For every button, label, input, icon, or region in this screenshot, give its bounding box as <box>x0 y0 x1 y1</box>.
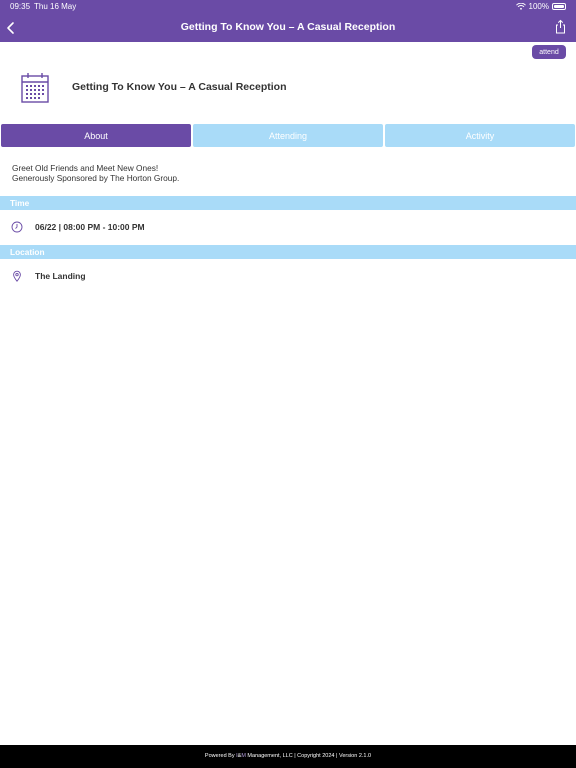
attend-button[interactable]: attend <box>532 45 566 59</box>
tab-about[interactable]: About <box>1 124 191 147</box>
clock-icon <box>11 221 23 233</box>
description-line: Greet Old Friends and Meet New Ones! <box>12 163 159 173</box>
tab-activity[interactable]: Activity <box>385 124 575 147</box>
description-line: Generously Sponsored by The Horton Group… <box>12 173 180 183</box>
wifi-icon <box>515 3 526 10</box>
calendar-icon <box>21 73 49 103</box>
event-description: Greet Old Friends and Meet New Ones! Gen… <box>12 163 179 183</box>
event-title: Getting To Know You – A Casual Reception <box>72 81 287 93</box>
top-bar: 09:35 Thu 16 May 100% Getting To Know Yo… <box>0 0 576 42</box>
nav-title: Getting To Know You – A Casual Reception <box>180 21 396 33</box>
map-pin-icon <box>13 270 21 282</box>
location-section-header: Location <box>0 245 576 259</box>
battery-percent: 100% <box>528 2 549 11</box>
footer: Powered By I&M Management, LLC | Copyrig… <box>0 745 576 768</box>
share-icon[interactable] <box>554 19 567 34</box>
battery-icon <box>552 3 566 10</box>
tab-attending[interactable]: Attending <box>193 124 383 147</box>
event-time: 06/22 | 08:00 PM - 10:00 PM <box>35 222 145 232</box>
tab-bar: About Attending Activity <box>1 124 575 147</box>
event-location[interactable]: The Landing <box>35 271 86 281</box>
status-time: 09:35 <box>10 2 31 11</box>
footer-suffix: Management, LLC | Copyright 2024 | Versi… <box>245 753 372 759</box>
status-indicators: 100% <box>515 2 566 11</box>
footer-prefix: Powered By <box>204 753 237 759</box>
status-date: Thu 16 May <box>34 2 77 11</box>
time-section-header: Time <box>0 196 576 210</box>
